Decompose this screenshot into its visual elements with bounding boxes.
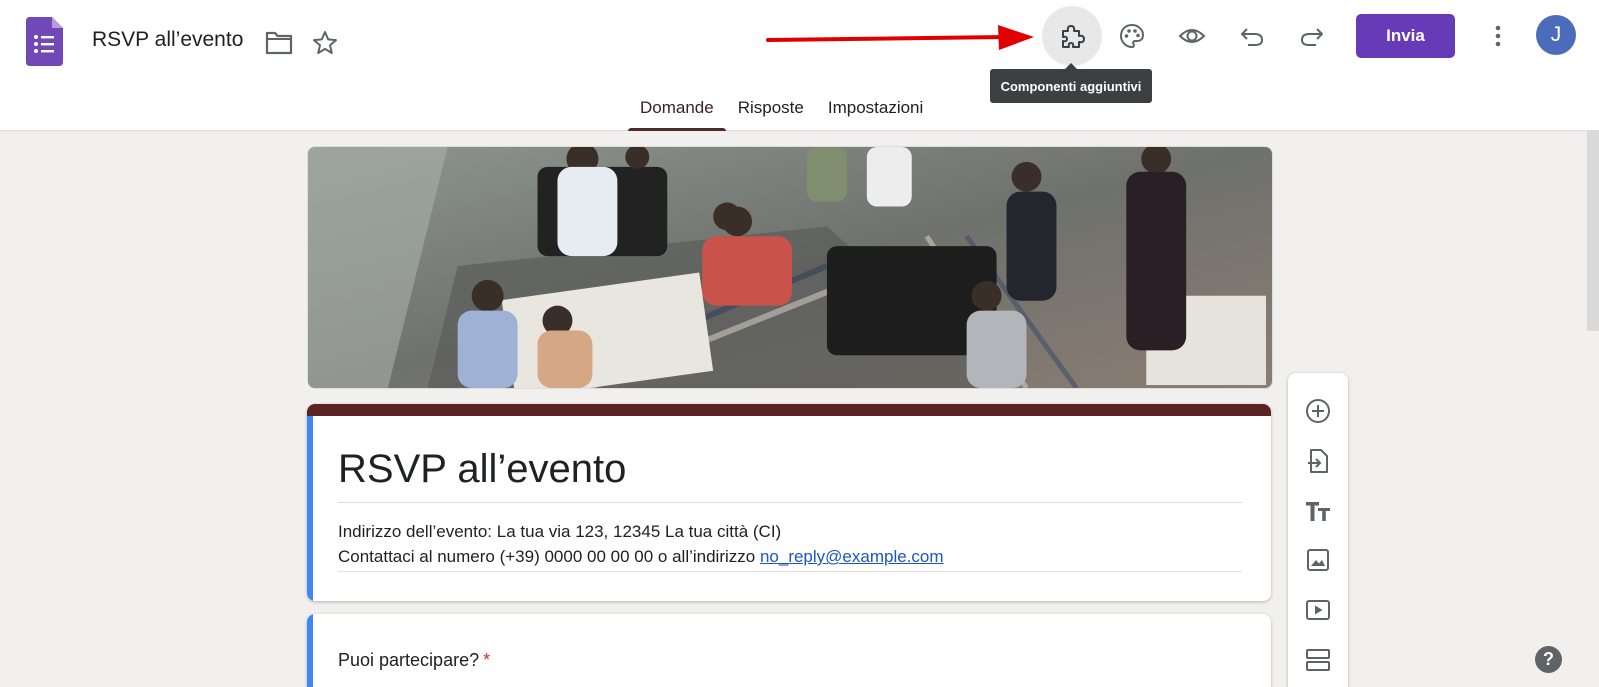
addons-button[interactable] bbox=[1042, 6, 1102, 66]
add-image-icon bbox=[1307, 549, 1329, 571]
add-section-button[interactable] bbox=[1302, 644, 1334, 676]
help-button[interactable]: ? bbox=[1535, 646, 1562, 673]
preview-button[interactable] bbox=[1162, 6, 1222, 66]
title-divider bbox=[338, 502, 1242, 503]
palette-icon bbox=[1119, 23, 1145, 49]
add-video-icon bbox=[1306, 600, 1330, 620]
folder-icon[interactable] bbox=[265, 30, 293, 56]
puzzle-icon bbox=[1062, 25, 1085, 48]
header: RSVP all’evento Invia J Componenti aggiu… bbox=[0, 0, 1599, 131]
star-icon[interactable] bbox=[311, 29, 339, 57]
description-divider bbox=[338, 571, 1242, 572]
question-card[interactable]: Puoi partecipare? * bbox=[307, 614, 1271, 687]
red-arrow-annotation bbox=[766, 25, 1034, 50]
forms-logo-icon[interactable] bbox=[26, 17, 63, 66]
form-description-line[interactable]: Contattaci al numero (+39) 0000 00 00 00… bbox=[338, 547, 944, 567]
import-questions-button[interactable] bbox=[1302, 445, 1334, 477]
add-title-icon bbox=[1306, 502, 1330, 521]
add-question-button[interactable] bbox=[1302, 395, 1334, 427]
eye-icon bbox=[1178, 29, 1206, 43]
required-mark: * bbox=[483, 650, 491, 670]
add-section-icon bbox=[1306, 649, 1330, 671]
form-tabs: Domande Risposte Impostazioni bbox=[628, 92, 935, 131]
redo-button[interactable] bbox=[1282, 6, 1342, 66]
question-text: Puoi partecipare? bbox=[338, 650, 480, 670]
add-video-button[interactable] bbox=[1302, 594, 1334, 626]
add-image-button[interactable] bbox=[1302, 544, 1334, 576]
form-description-line[interactable]: Indirizzo dell’evento: La tua via 123, 1… bbox=[338, 522, 781, 542]
tab-responses[interactable]: Risposte bbox=[726, 92, 816, 131]
form-title[interactable]: RSVP all’evento bbox=[338, 447, 626, 492]
theme-color-bar bbox=[307, 404, 1271, 416]
undo-button[interactable] bbox=[1222, 6, 1282, 66]
undo-icon bbox=[1241, 28, 1264, 46]
tab-settings[interactable]: Impostazioni bbox=[816, 92, 935, 131]
form-title-card[interactable]: RSVP all’evento Indirizzo dell’evento: L… bbox=[307, 404, 1271, 601]
add-question-icon bbox=[1306, 399, 1330, 423]
scrollbar-thumb[interactable] bbox=[1587, 131, 1599, 331]
question-title[interactable]: Puoi partecipare? * bbox=[338, 650, 490, 671]
tab-questions[interactable]: Domande bbox=[628, 92, 726, 131]
tooltip-addons: Componenti aggiuntivi bbox=[990, 63, 1152, 103]
avatar[interactable]: J bbox=[1536, 15, 1576, 55]
send-button[interactable]: Invia bbox=[1356, 14, 1455, 58]
doc-title[interactable]: RSVP all’evento bbox=[92, 28, 243, 52]
header-image bbox=[307, 146, 1273, 389]
contact-text: Contattaci al numero (+39) 0000 00 00 00… bbox=[338, 547, 760, 566]
add-title-button[interactable] bbox=[1302, 495, 1334, 527]
more-vert-icon[interactable] bbox=[1484, 22, 1512, 50]
focus-indicator bbox=[307, 416, 313, 601]
email-link[interactable]: no_reply@example.com bbox=[760, 547, 944, 566]
side-toolbar bbox=[1288, 373, 1348, 687]
import-questions-icon bbox=[1308, 449, 1328, 473]
redo-icon bbox=[1300, 28, 1323, 46]
focus-indicator bbox=[307, 614, 313, 687]
customize-theme-button[interactable] bbox=[1102, 6, 1162, 66]
